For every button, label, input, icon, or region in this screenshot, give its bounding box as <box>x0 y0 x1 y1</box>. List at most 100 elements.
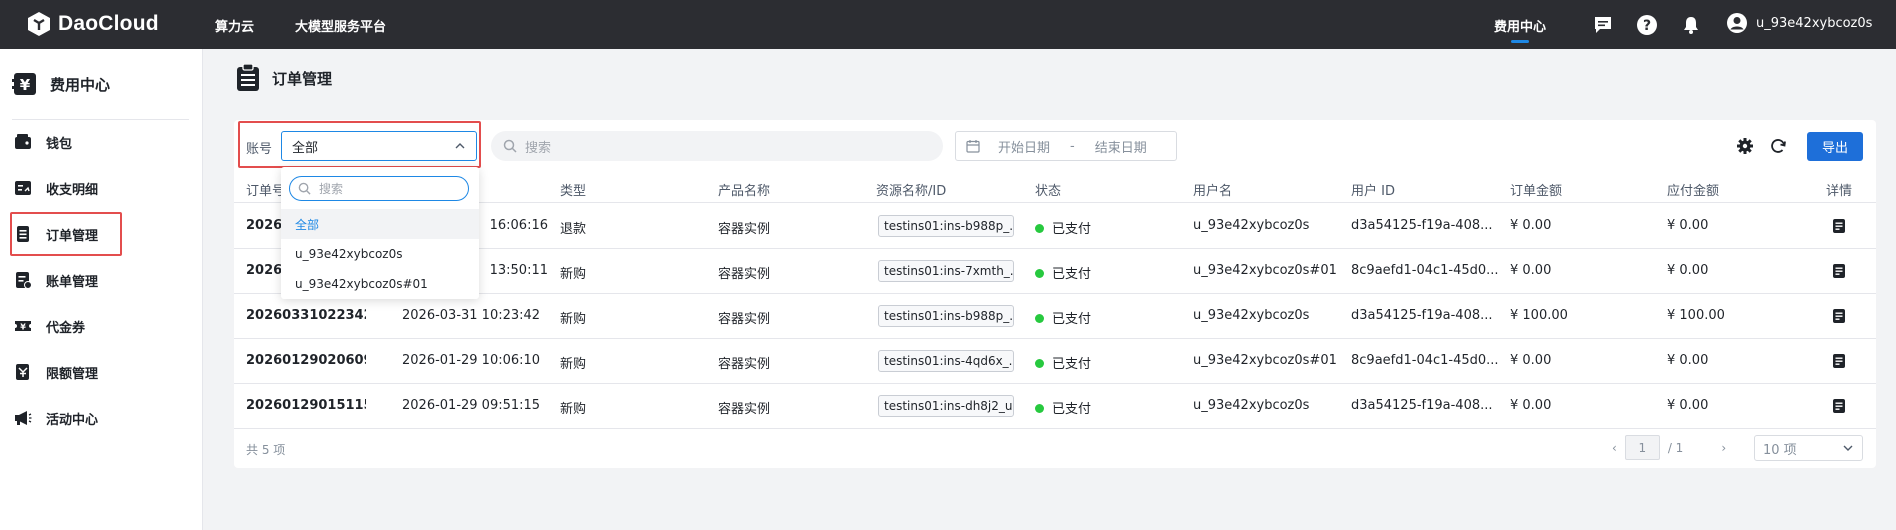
cell-product: 容器实例 <box>718 357 771 372</box>
sidebar-item-label: 限额管理 <box>46 366 99 382</box>
sidebar-item-label: 钱包 <box>46 136 73 152</box>
sidebar: ¥ 费用中心 钱包 收支明细 订单管理 账单管理 ¥ 代金券 限额管理 活动中心 <box>0 49 203 530</box>
daocloud-logo-icon <box>28 12 50 36</box>
highlight-box-account <box>238 121 481 168</box>
cell-status: 已支付 <box>1035 353 1091 372</box>
search-icon <box>503 139 517 153</box>
bill-icon <box>16 272 32 289</box>
logo-text: DaoCloud <box>58 12 159 35</box>
calendar-icon <box>966 140 980 153</box>
user-menu[interactable]: u_93e42xybcoz0s <box>1726 12 1872 34</box>
cell-payable: ¥ 0.00 <box>1667 398 1709 413</box>
status-text: 已支付 <box>1052 402 1092 417</box>
dropdown-search-input[interactable]: 搜索 <box>289 176 469 201</box>
limit-icon <box>16 364 29 380</box>
table-row[interactable]: 2026012902060982... 2026-01-29 10:06:10 … <box>234 339 1876 384</box>
cell-payable: ¥ 100.00 <box>1667 308 1725 323</box>
sidebar-item-label: 账单管理 <box>46 274 99 290</box>
search-input[interactable]: 搜索 <box>491 131 943 161</box>
tab-fee-center[interactable]: 费用中心 <box>1494 16 1546 35</box>
sidebar-item-vouchers[interactable]: ¥ 代金券 <box>14 311 194 341</box>
cell-time: 2026-03-31 10:23:42 <box>402 308 541 323</box>
svg-text:¥: ¥ <box>20 323 26 332</box>
cell-order-amount: ¥ 0.00 <box>1510 263 1552 278</box>
message-icon[interactable] <box>1591 13 1615 37</box>
dropdown-option-user-01[interactable]: u_93e42xybcoz0s#01 <box>281 269 479 299</box>
settings-gear-icon[interactable] <box>1736 137 1754 159</box>
sidebar-title: 费用中心 <box>50 75 111 94</box>
table-row[interactable]: 2026033102234200... 2026-03-31 10:23:42 … <box>234 294 1876 339</box>
nav-compute-cloud[interactable]: 算力云 <box>215 16 254 35</box>
end-date-input[interactable]: 结束日期 <box>1095 137 1147 156</box>
cell-product: 容器实例 <box>718 402 771 417</box>
date-range-picker[interactable]: 开始日期 - 结束日期 <box>955 131 1177 161</box>
cell-resource-tag[interactable]: testins01:ins-b988p_... <box>878 305 1014 327</box>
bell-icon[interactable] <box>1679 13 1703 37</box>
status-text: 已支付 <box>1052 267 1092 282</box>
page-number-input[interactable]: 1 <box>1624 435 1660 460</box>
cell-username: u_93e42xybcoz0s#01 <box>1193 263 1337 278</box>
status-text: 已支付 <box>1052 312 1092 327</box>
date-separator: - <box>1070 138 1075 154</box>
cell-resource-tag[interactable]: testins01:ins-7xmth_... <box>878 260 1014 282</box>
fee-center-icon: ¥ <box>12 73 36 95</box>
status-dot <box>1035 359 1044 368</box>
table-row[interactable]: 20260 13:50:11 新购 容器实例 testins01:ins-7xm… <box>234 249 1876 294</box>
detail-icon[interactable] <box>1832 308 1846 328</box>
cell-type: 新购 <box>560 312 587 327</box>
detail-icon[interactable] <box>1832 353 1846 373</box>
dropdown-option-all[interactable]: 全部 <box>281 209 479 239</box>
help-icon[interactable]: ? <box>1635 13 1659 37</box>
dropdown-option-user[interactable]: u_93e42xybcoz0s <box>281 239 479 269</box>
sidebar-item-activities[interactable]: 活动中心 <box>14 403 194 433</box>
next-page-icon[interactable]: › <box>1721 441 1726 455</box>
cell-user-id: d3a54125-f19a-408... <box>1351 308 1493 323</box>
megaphone-icon <box>15 411 32 425</box>
sidebar-header: ¥ 费用中心 <box>12 71 110 97</box>
col-status: 状态 <box>1035 184 1062 199</box>
cell-resource-tag[interactable]: testins01:ins-b988p_... <box>878 215 1014 237</box>
cell-order-amount: ¥ 0.00 <box>1510 218 1552 233</box>
username: u_93e42xybcoz0s <box>1756 15 1873 31</box>
cell-type: 新购 <box>560 402 587 417</box>
detail-icon[interactable] <box>1832 218 1846 238</box>
table-row[interactable]: 20260 16:06:16 退款 容器实例 testins01:ins-b98… <box>234 204 1876 249</box>
col-user-id: 用户 ID <box>1351 184 1395 199</box>
detail-icon[interactable] <box>1832 398 1846 418</box>
col-detail: 详情 <box>1826 184 1853 199</box>
active-tab-indicator <box>1511 40 1529 43</box>
order-icon <box>237 64 259 91</box>
svg-text:¥: ¥ <box>20 76 31 94</box>
top-bar: DaoCloud 算力云 大模型服务平台 费用中心 ? u_93e42xybco… <box>0 0 1896 49</box>
col-username: 用户名 <box>1193 184 1233 199</box>
page-size-select[interactable]: 10 项 <box>1754 435 1863 461</box>
sidebar-item-limits[interactable]: 限额管理 <box>14 357 194 387</box>
cell-product: 容器实例 <box>718 222 771 237</box>
sidebar-item-wallet[interactable]: 钱包 <box>14 127 194 157</box>
svg-text:?: ? <box>1643 18 1651 34</box>
account-dropdown: 搜索 全部 u_93e42xybcoz0s u_93e42xybcoz0s#01 <box>281 167 479 299</box>
export-button[interactable]: 导出 <box>1807 132 1863 161</box>
chevron-down-icon <box>1843 445 1853 451</box>
sidebar-item-ledger[interactable]: 收支明细 <box>14 173 194 203</box>
total-count: 共 5 项 <box>246 443 286 457</box>
table-row[interactable]: 2026012901511514... 2026-01-29 09:51:15 … <box>234 384 1876 429</box>
prev-page-icon[interactable]: ‹ <box>1612 441 1617 455</box>
refresh-icon[interactable] <box>1769 137 1787 159</box>
cell-user-id: d3a54125-f19a-408... <box>1351 398 1493 413</box>
cell-resource-tag[interactable]: testins01:ins-4qd6x_... <box>878 350 1014 372</box>
status-dot <box>1035 224 1044 233</box>
detail-icon[interactable] <box>1832 263 1846 283</box>
cell-resource-tag[interactable]: testins01:ins-dh8j2_u... <box>878 395 1014 417</box>
cell-user-id: 8c9aefd1-04c1-45d0... <box>1351 263 1499 278</box>
status-dot <box>1035 404 1044 413</box>
cell-order-amount: ¥ 0.00 <box>1510 398 1552 413</box>
cell-status: 已支付 <box>1035 308 1091 327</box>
cell-order-no: 2026012901511514... <box>246 398 366 413</box>
sidebar-item-bills[interactable]: 账单管理 <box>14 265 194 295</box>
logo[interactable]: DaoCloud <box>26 11 159 37</box>
col-order-no: 订单号 <box>246 184 286 199</box>
highlight-box-sidebar <box>10 212 122 256</box>
start-date-input[interactable]: 开始日期 <box>998 137 1050 156</box>
nav-llm-platform[interactable]: 大模型服务平台 <box>295 16 386 35</box>
